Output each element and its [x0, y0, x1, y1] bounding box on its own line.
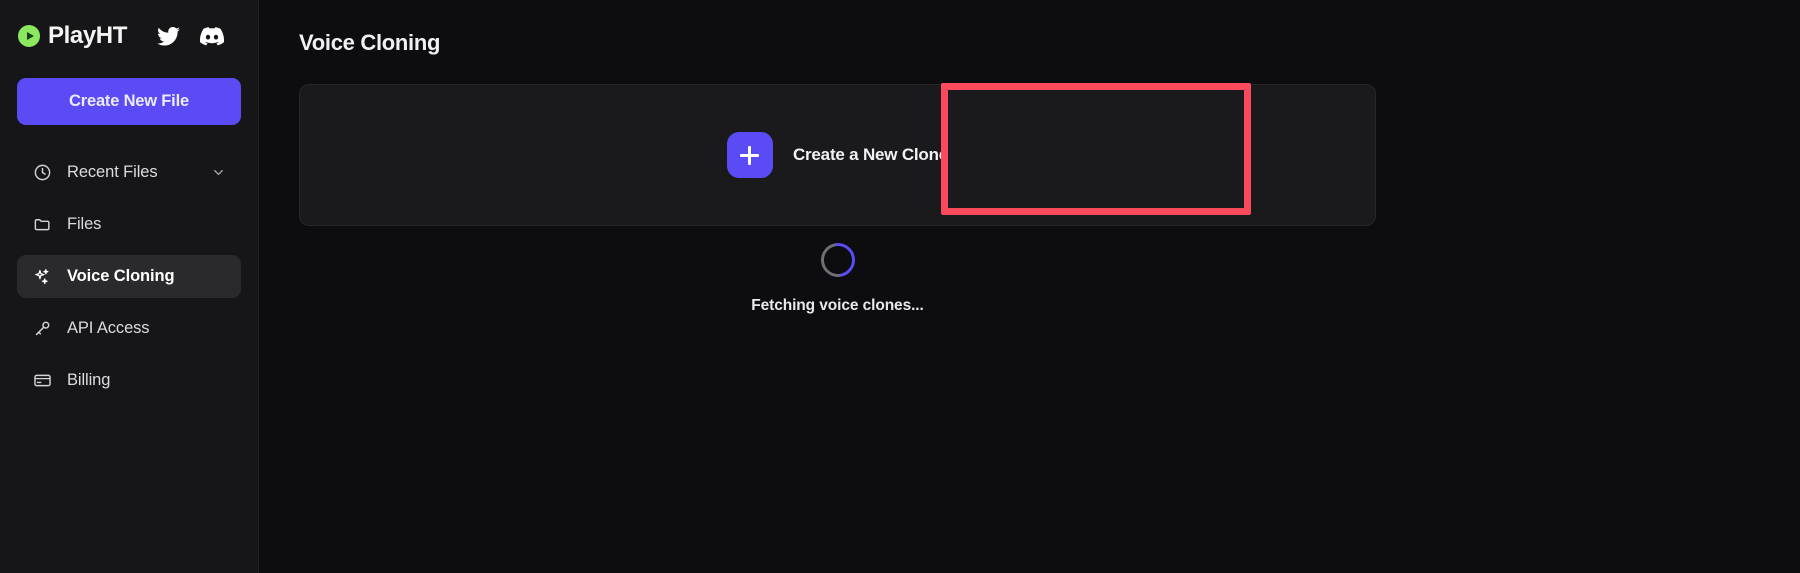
- chevron-down-icon[interactable]: [211, 165, 226, 180]
- twitter-icon[interactable]: [157, 26, 180, 46]
- sidebar-item-voice-cloning[interactable]: Voice Cloning: [17, 255, 241, 298]
- page-title: Voice Cloning: [299, 30, 441, 55]
- sidebar: PlayHT Create New File Recent Files File…: [0, 0, 259, 573]
- create-new-file-button[interactable]: Create New File: [17, 78, 241, 125]
- key-icon: [32, 319, 52, 339]
- loading-state: Fetching voice clones...: [299, 236, 1376, 315]
- create-a-new-clone-button[interactable]: Create a New Clone: [726, 132, 949, 178]
- sidebar-nav: Recent Files Files Voice Cloning API Acc…: [17, 151, 241, 411]
- playht-logo[interactable]: PlayHT: [18, 22, 127, 50]
- sidebar-item-label: Recent Files: [67, 163, 158, 181]
- main-content: Voice Cloning Create a New Clone Fetchin…: [259, 0, 1800, 573]
- create-clone-card: Create a New Clone: [299, 84, 1376, 226]
- plus-icon: [726, 132, 773, 178]
- folder-icon: [32, 215, 52, 235]
- app-root: PlayHT Create New File Recent Files File…: [0, 0, 1800, 573]
- sidebar-item-label: Billing: [67, 371, 111, 389]
- sidebar-item-api-access[interactable]: API Access: [17, 307, 241, 350]
- loading-text: Fetching voice clones...: [751, 297, 924, 314]
- sidebar-item-files[interactable]: Files: [17, 203, 241, 246]
- brand-row: PlayHT: [17, 0, 241, 72]
- loading-spinner-icon: [813, 236, 862, 284]
- sidebar-item-recent-files[interactable]: Recent Files: [17, 151, 241, 194]
- sidebar-item-label: Voice Cloning: [67, 267, 175, 285]
- sidebar-item-billing[interactable]: Billing: [17, 359, 241, 402]
- sidebar-item-label: API Access: [67, 319, 150, 337]
- create-a-new-clone-label: Create a New Clone: [792, 145, 949, 164]
- sidebar-item-label: Files: [67, 215, 102, 233]
- credit-card-icon: [32, 371, 52, 391]
- sparkles-icon: [32, 267, 52, 287]
- brand-name: PlayHT: [48, 22, 127, 49]
- play-circle-icon: [18, 25, 40, 47]
- clock-icon: [32, 163, 52, 183]
- discord-icon[interactable]: [199, 26, 224, 46]
- social-links: [157, 26, 224, 46]
